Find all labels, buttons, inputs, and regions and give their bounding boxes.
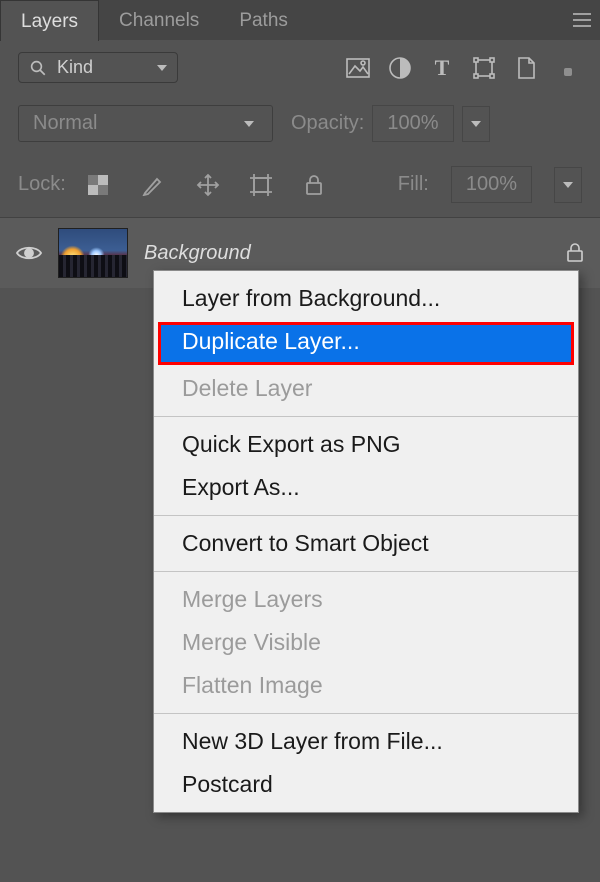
menu-item-postcard[interactable]: Postcard: [154, 763, 578, 806]
opacity-value-input[interactable]: 100%: [372, 105, 453, 142]
menu-item-layer-from-background[interactable]: Layer from Background...: [154, 277, 578, 320]
tab-paths[interactable]: Paths: [219, 0, 308, 40]
fill-dropdown-button[interactable]: [554, 167, 582, 203]
tab-layers[interactable]: Layers: [0, 0, 99, 41]
filter-adjustment-icon[interactable]: [386, 54, 414, 82]
lock-all-icon[interactable]: [304, 174, 328, 196]
visibility-toggle-icon[interactable]: [16, 244, 42, 262]
filter-pixel-icon[interactable]: [344, 54, 372, 82]
layer-name-label: Background: [144, 242, 550, 265]
menu-separator: [154, 416, 578, 417]
lock-fill-row: Lock:: [0, 152, 600, 217]
lock-transparency-icon[interactable]: [88, 175, 112, 195]
lock-position-icon[interactable]: [196, 173, 220, 197]
layers-panel: Layers Channels Paths Kind T: [0, 0, 600, 882]
tab-channels[interactable]: Channels: [99, 0, 219, 40]
blend-mode-dropdown[interactable]: Normal: [18, 105, 273, 142]
menu-item-duplicate-layer[interactable]: Duplicate Layer...: [158, 322, 574, 365]
layer-lock-icon: [566, 243, 584, 263]
filter-kind-label: Kind: [57, 57, 147, 78]
filter-toggle-icon[interactable]: [554, 54, 582, 82]
layer-thumbnail[interactable]: [58, 228, 128, 278]
menu-item-merge-visible: Merge Visible: [154, 621, 578, 664]
menu-item-quick-export-as-png[interactable]: Quick Export as PNG: [154, 423, 578, 466]
menu-item-new-3d-layer-from-file[interactable]: New 3D Layer from File...: [154, 720, 578, 763]
filter-kind-dropdown[interactable]: Kind: [18, 52, 178, 83]
opacity-label: Opacity:: [291, 112, 364, 135]
menu-item-merge-layers: Merge Layers: [154, 578, 578, 621]
menu-separator: [154, 713, 578, 714]
blend-mode-label: Normal: [33, 112, 244, 135]
blend-row: Normal Opacity: 100%: [0, 95, 600, 152]
fill-value: 100%: [466, 173, 517, 196]
filter-text-icon[interactable]: T: [428, 54, 456, 82]
search-icon: [29, 59, 47, 77]
lock-artboard-icon[interactable]: [250, 174, 274, 196]
opacity-value: 100%: [387, 112, 438, 135]
chevron-down-icon: [563, 182, 573, 188]
chevron-down-icon: [157, 65, 167, 71]
fill-value-input[interactable]: 100%: [451, 166, 532, 203]
chevron-down-icon: [471, 121, 481, 127]
menu-separator: [154, 571, 578, 572]
lock-label: Lock:: [18, 173, 66, 196]
filter-shape-icon[interactable]: [470, 54, 498, 82]
panel-tabs: Layers Channels Paths: [0, 0, 600, 40]
fill-label: Fill:: [398, 173, 429, 196]
menu-item-delete-layer: Delete Layer: [154, 367, 578, 410]
layer-context-menu: Layer from Background...Duplicate Layer.…: [153, 270, 579, 813]
chevron-down-icon: [244, 121, 254, 127]
lock-pixels-icon[interactable]: [142, 174, 166, 196]
filter-smartobject-icon[interactable]: [512, 54, 540, 82]
layer-filter-row: Kind T: [0, 40, 600, 95]
hamburger-icon: [573, 19, 591, 21]
menu-item-flatten-image: Flatten Image: [154, 664, 578, 707]
menu-item-convert-to-smart-object[interactable]: Convert to Smart Object: [154, 522, 578, 565]
panel-menu-button[interactable]: [564, 0, 600, 40]
opacity-dropdown-button[interactable]: [462, 106, 490, 142]
menu-item-export-as[interactable]: Export As...: [154, 466, 578, 509]
menu-separator: [154, 515, 578, 516]
